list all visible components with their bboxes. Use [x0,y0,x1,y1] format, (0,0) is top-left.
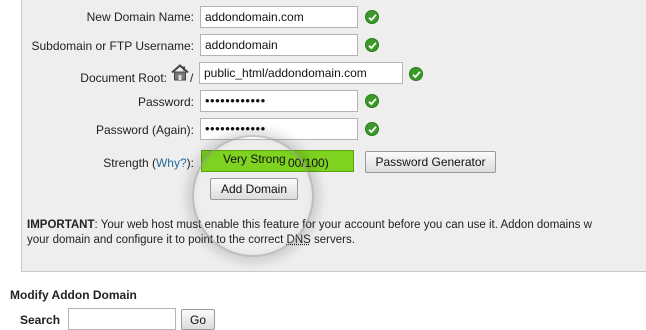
dns-abbr: DNS [286,234,311,246]
new-domain-input[interactable]: addondomain.com [200,6,358,28]
new-domain-label: New Domain Name: [86,10,194,24]
check-icon [365,122,379,136]
strength-prefix: Strength ( [103,156,156,170]
go-button[interactable]: Go [181,309,215,330]
important-label: IMPORTANT [27,219,95,231]
subdomain-input[interactable]: addondomain [200,34,358,56]
password-label: Password: [137,95,194,109]
strength-label: Strength (Why?): [103,156,194,170]
why-link[interactable]: Why? [156,156,187,170]
search-input[interactable] [68,308,176,330]
check-icon [409,67,423,81]
strength-score: 00/100) [288,156,329,170]
document-root-prefix: / [190,71,194,85]
document-root-label: Document Root: [80,71,167,85]
add-domain-button[interactable]: Add Domain [210,178,298,200]
strength-suffix: ): [186,156,194,170]
notice-line-2a: your domain and configure it to point to… [27,234,287,246]
check-icon [365,38,379,52]
password-again-input[interactable]: •••••••••••• [200,118,358,140]
notice-line-2b: servers. [310,234,355,246]
search-label: Search [20,313,61,327]
strength-value: Very Strong [223,152,286,166]
check-icon [365,10,379,24]
subdomain-label: Subdomain or FTP Username: [31,39,194,53]
password-again-label: Password (Again): [95,123,194,137]
check-icon [365,94,379,108]
password-generator-button[interactable]: Password Generator [365,151,496,173]
modify-addon-domain-title: Modify Addon Domain [10,288,137,302]
important-notice: IMPORTANT: Your web host must enable thi… [27,218,646,248]
password-input[interactable]: •••••••••••• [200,90,358,112]
home-icon[interactable] [171,64,189,81]
notice-line-1: : Your web host must enable this feature… [94,219,592,231]
document-root-input[interactable]: public_html/addondomain.com [199,62,403,84]
